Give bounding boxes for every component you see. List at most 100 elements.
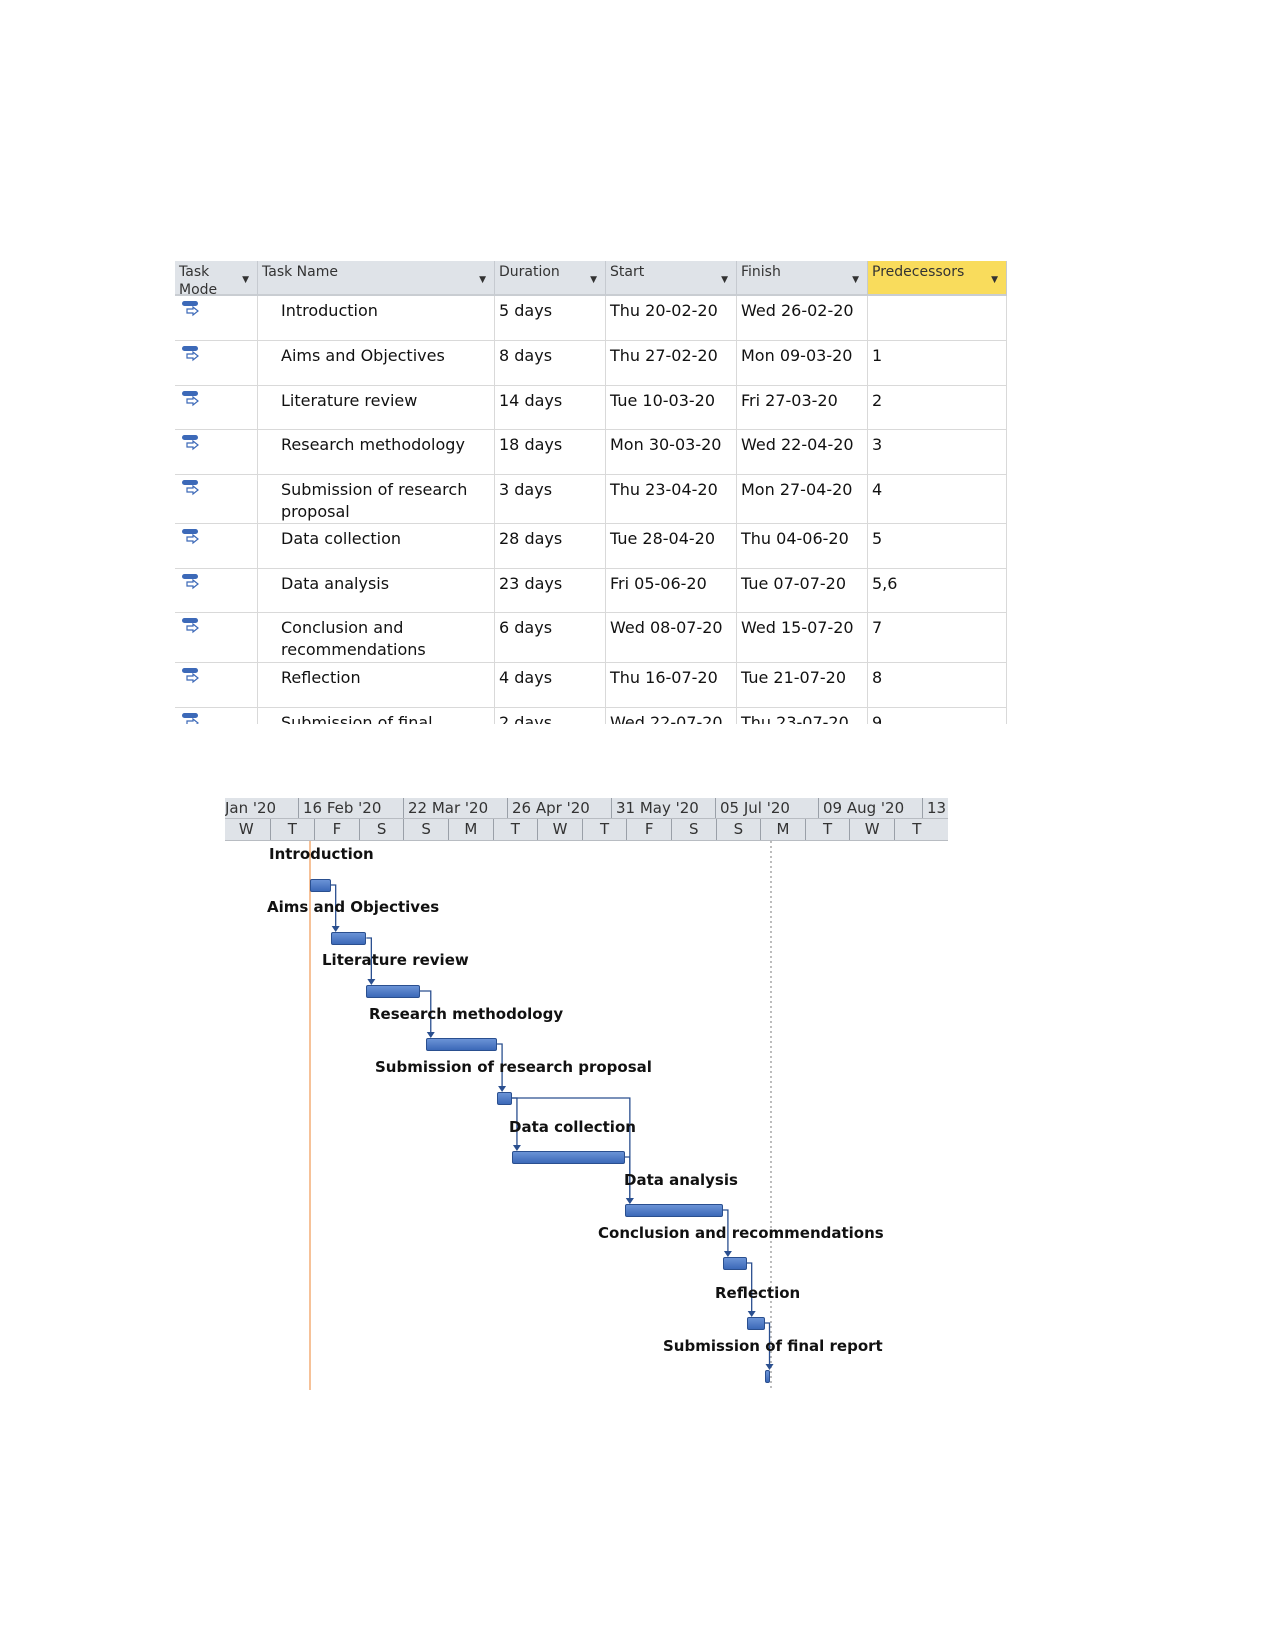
cell-duration[interactable]: 23 days [495,569,606,612]
column-header-predecessors[interactable]: Predecessors ▼ [868,261,1007,296]
table-row[interactable]: Conclusion and recommendations 6 days Wed … [175,613,1007,663]
cell-start[interactable]: Mon 30-03-20 [606,430,737,474]
cell-start[interactable]: Thu 23-04-20 [606,475,737,523]
cell-name[interactable]: Reflection [258,663,495,707]
column-header-duration[interactable]: Duration ▼ [495,261,606,296]
task-bar[interactable] [746,1317,765,1330]
cell-finish[interactable]: Thu 23-07-20 [737,708,868,724]
cell-finish[interactable]: Wed 15-07-20 [737,613,868,662]
task-mode-cell[interactable] [175,430,258,474]
cell-duration[interactable]: 28 days [495,524,606,568]
cell-name[interactable]: Research methodology [258,430,495,474]
cell-pred[interactable]: 4 [868,475,1007,523]
table-row[interactable]: Research methodology 18 days Mon 30-03-20 W… [175,430,1007,475]
cell-duration[interactable]: 3 days [495,475,606,523]
task-mode-cell[interactable] [175,296,258,340]
start-text: Tue 28-04-20 [610,529,716,548]
column-header-start[interactable]: Start ▼ [606,261,737,296]
cell-start[interactable]: Tue 28-04-20 [606,524,737,568]
cell-start[interactable]: Tue 10-03-20 [606,386,737,429]
task-bar[interactable] [497,1092,512,1105]
duration-text: 23 days [499,574,563,593]
cell-name[interactable]: Submission of final [258,708,495,724]
cell-pred[interactable]: 9 [868,708,1007,724]
cell-start[interactable]: Thu 20-02-20 [606,296,737,340]
start-text: Thu 20-02-20 [610,301,718,320]
cell-start[interactable]: Wed 22-07-20 [606,708,737,724]
column-header-task-name[interactable]: Task Name ▼ [258,261,495,296]
cell-name[interactable]: Data analysis [258,569,495,612]
task-bar[interactable] [309,879,331,892]
table-row[interactable]: Data analysis 23 days Fri 05-06-20 Tue 07-0… [175,569,1007,613]
cell-start[interactable]: Fri 05-06-20 [606,569,737,612]
cell-pred[interactable]: 5 [868,524,1007,568]
cell-start[interactable]: Thu 27-02-20 [606,341,737,385]
cell-start[interactable]: Wed 08-07-20 [606,613,737,662]
task-bar[interactable] [511,1151,625,1164]
cell-pred[interactable] [868,296,1007,340]
table-row[interactable]: Submission of research proposal 3 days Thu… [175,475,1007,524]
cell-finish[interactable]: Fri 27-03-20 [737,386,868,429]
table-row[interactable]: Submission of final 2 days Wed 22-07-20 Thu… [175,708,1007,724]
filter-dropdown-icon[interactable]: ▼ [479,271,486,289]
task-mode-cell[interactable] [175,386,258,429]
task-mode-cell[interactable] [175,569,258,612]
table-row[interactable]: Data collection 28 days Tue 28-04-20 Thu 04… [175,524,1007,569]
cell-name[interactable]: Data collection [258,524,495,568]
cell-duration[interactable]: 8 days [495,341,606,385]
gantt-lines [309,841,774,1390]
column-header-finish[interactable]: Finish ▼ [737,261,868,296]
column-header-task-mode[interactable]: Task Mode ▼ [175,261,258,298]
cell-name[interactable]: Conclusion and recommendations [258,613,495,662]
cell-pred[interactable]: 5,6 [868,569,1007,612]
task-mode-cell[interactable] [175,524,258,568]
cell-finish[interactable]: Mon 09-03-20 [737,341,868,385]
cell-duration[interactable]: 14 days [495,386,606,429]
task-mode-cell[interactable] [175,613,258,662]
filter-dropdown-icon[interactable]: ▼ [590,271,597,289]
task-bar[interactable] [366,985,420,998]
cell-finish[interactable]: Tue 07-07-20 [737,569,868,612]
cell-pred[interactable]: 3 [868,430,1007,474]
filter-dropdown-icon[interactable]: ▼ [242,271,249,289]
cell-name[interactable]: Submission of research proposal [258,475,495,523]
cell-duration[interactable]: 5 days [495,296,606,340]
finish-text: Tue 21-07-20 [741,668,847,687]
cell-pred[interactable]: 1 [868,341,1007,385]
task-bar[interactable] [764,1370,771,1383]
cell-name[interactable]: Literature review [258,386,495,429]
task-bar[interactable] [624,1204,723,1217]
table-row[interactable]: Aims and Objectives 8 days Thu 27-02-20 Mon… [175,341,1007,386]
filter-dropdown-icon[interactable]: ▼ [852,271,859,289]
cell-pred[interactable]: 8 [868,663,1007,707]
cell-pred[interactable]: 7 [868,613,1007,662]
cell-pred[interactable]: 2 [868,386,1007,429]
cell-duration[interactable]: 4 days [495,663,606,707]
cell-finish[interactable]: Thu 04-06-20 [737,524,868,568]
dependency-link [511,1097,631,1199]
cell-finish[interactable]: Wed 22-04-20 [737,430,868,474]
task-bar[interactable] [425,1038,498,1051]
cell-duration[interactable]: 18 days [495,430,606,474]
task-mode-cell[interactable] [175,475,258,523]
filter-dropdown-icon[interactable]: ▼ [721,271,728,289]
table-row[interactable]: Introduction 5 days Thu 20-02-20 Wed 26-02-… [175,296,1007,341]
table-row[interactable]: Reflection 4 days Thu 16-07-20 Tue 21-07-20… [175,663,1007,708]
task-mode-cell[interactable] [175,341,258,385]
start-text: Mon 30-03-20 [610,435,722,454]
column-header-label: Predecessors [872,264,965,280]
cell-finish[interactable]: Tue 21-07-20 [737,663,868,707]
cell-duration[interactable]: 6 days [495,613,606,662]
cell-name[interactable]: Aims and Objectives [258,341,495,385]
cell-finish[interactable]: Mon 27-04-20 [737,475,868,523]
task-mode-cell[interactable] [175,708,258,724]
table-row[interactable]: Literature review 14 days Tue 10-03-20 Fri … [175,386,1007,430]
filter-dropdown-icon[interactable]: ▼ [991,271,998,289]
cell-name[interactable]: Introduction [258,296,495,340]
cell-finish[interactable]: Wed 26-02-20 [737,296,868,340]
cell-start[interactable]: Thu 16-07-20 [606,663,737,707]
cell-duration[interactable]: 2 days [495,708,606,724]
task-mode-cell[interactable] [175,663,258,707]
task-bar[interactable] [330,932,367,945]
task-bar[interactable] [722,1257,747,1270]
